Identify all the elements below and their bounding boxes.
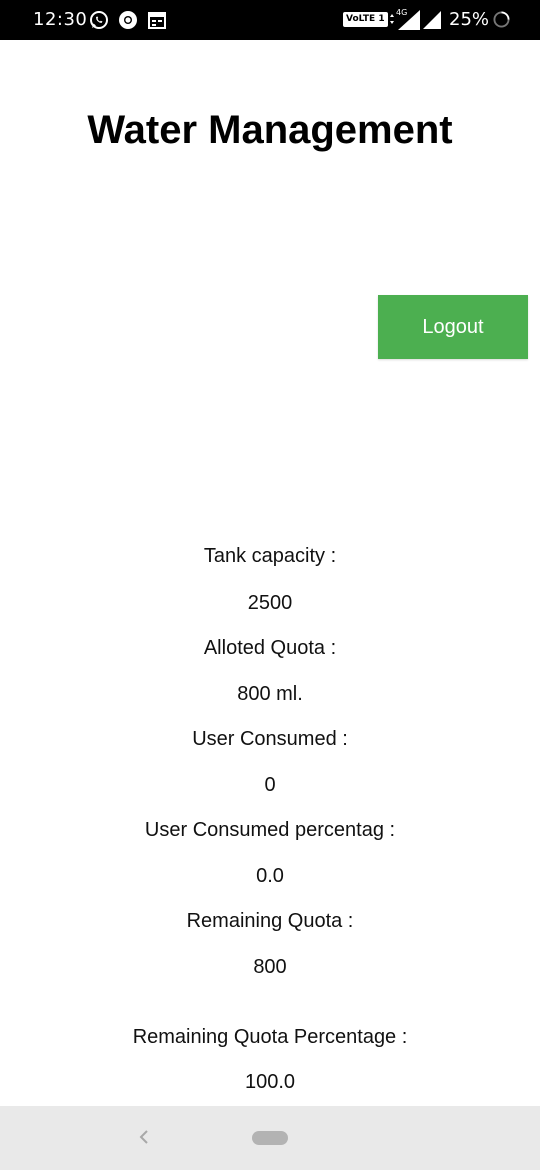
- user-consumed-label: User Consumed :: [192, 728, 348, 750]
- alloted-quota-value: 800 ml.: [237, 683, 303, 705]
- remaining-quota-label: Remaining Quota :: [186, 910, 354, 932]
- alloted-quota-label: Alloted Quota :: [203, 637, 337, 659]
- page-title: Water Management: [87, 108, 453, 152]
- whatsapp-icon: [90, 11, 108, 29]
- calendar-icon: [148, 12, 166, 29]
- volte-badge: VoLTE 1: [343, 12, 388, 27]
- remaining-quota-percentage-value: 100.0: [244, 1071, 296, 1093]
- user-consumed-percentage-label: User Consumed percentag :: [144, 819, 396, 841]
- signal-icon: 4G: [390, 8, 420, 30]
- status-time: 12:30: [33, 9, 88, 30]
- status-bar: 12:30 VoLTE 1 4G 25%: [0, 0, 540, 40]
- remaining-quota-value: 800: [253, 956, 287, 978]
- back-icon[interactable]: [136, 1124, 150, 1150]
- tank-capacity-label: Tank capacity :: [203, 545, 337, 567]
- network-type-label: 4G: [396, 8, 407, 17]
- tank-capacity-value: 2500: [247, 592, 293, 614]
- home-pill-icon[interactable]: [252, 1131, 288, 1145]
- remaining-quota-percentage-label: Remaining Quota Percentage :: [132, 1026, 408, 1048]
- user-consumed-value: 0: [264, 774, 276, 796]
- user-consumed-percentage-value: 0.0: [256, 865, 284, 887]
- chrome-icon: [119, 11, 137, 29]
- signal-strength-icon: [423, 11, 441, 29]
- battery-percentage: 25%: [449, 9, 490, 30]
- logout-button[interactable]: Logout: [378, 295, 528, 359]
- battery-icon: [493, 11, 510, 28]
